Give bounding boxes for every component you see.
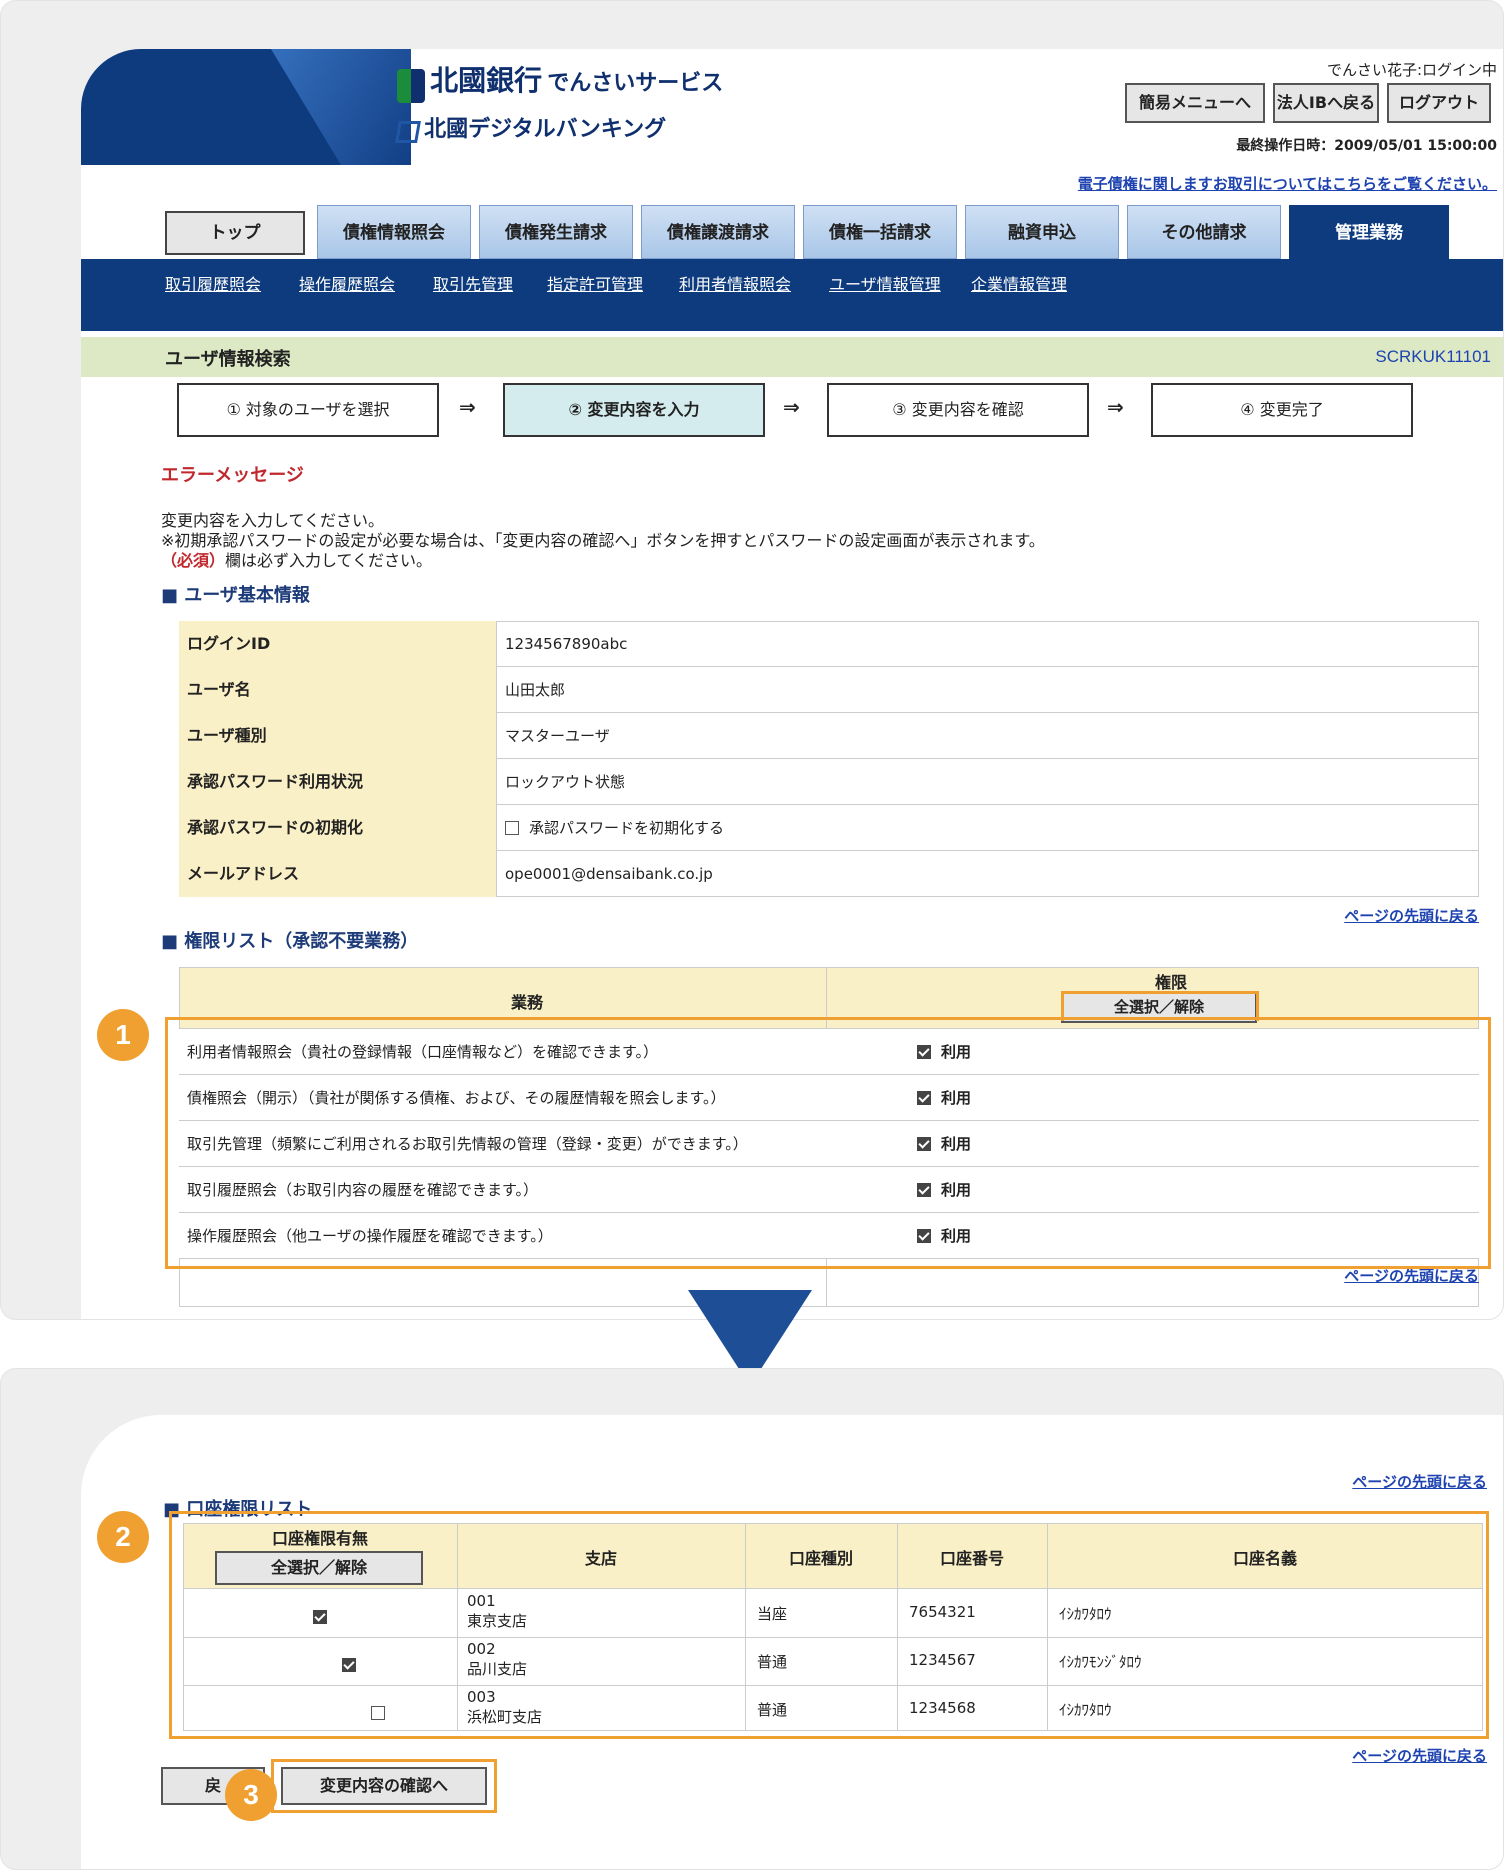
user-info-row: 承認パスワード利用状況 ロックアウト状態 (179, 759, 1479, 805)
login-status: でんさい花子:ログイン中 (1326, 61, 1497, 79)
digital-banking-logo: 北國デジタルバンキング (395, 111, 667, 143)
instruction-text-3-rest: 欄は必ず入力してください。 (225, 551, 433, 570)
tab-credit-transfer[interactable]: 債権譲渡請求 (641, 205, 795, 259)
permission-list-heading: ■ 権限リスト（承認不要業務） (161, 931, 419, 952)
sublink-partner-management[interactable]: 取引先管理 (433, 271, 513, 295)
password-reset-checkbox[interactable] (505, 821, 519, 835)
page-top-link[interactable]: ページの先頭に戻る (1352, 1745, 1487, 1766)
sublink-user-info-inquiry[interactable]: 利用者情報照会 (679, 271, 791, 295)
required-marker: （必須） (161, 551, 226, 570)
user-info-value: 山田太郎 (505, 681, 566, 699)
sublink-user-info-management[interactable]: ユーザ情報管理 (829, 271, 941, 295)
error-heading: エラーメッセージ (161, 465, 304, 486)
step-confirm-changes: ③ 変更内容を確認 (827, 383, 1089, 437)
page-top-link[interactable]: ページの先頭に戻る (1344, 905, 1479, 926)
user-info-row: メールアドレス ope0001@densaibank.co.jp (179, 851, 1479, 897)
screenshot-panel-bottom: ページの先頭に戻る ■ 口座権限リスト 口座権限有無 全選択／解除 支店 口座種… (0, 1368, 1504, 1870)
sub-navigation (81, 259, 1503, 331)
user-info-row: ログインID 1234567890abc (179, 621, 1479, 667)
user-info-label: メールアドレス (179, 851, 497, 897)
tab-top[interactable]: トップ (165, 211, 305, 255)
permission-col-business: 業務 (511, 993, 544, 1012)
password-reset-option: 承認パスワードを初期化する (497, 805, 724, 851)
step-badge-1: 1 (97, 1009, 149, 1061)
logout-button[interactable]: ログアウト (1387, 83, 1491, 123)
highlight-permission-rows (165, 1017, 1491, 1269)
sublink-permission-management[interactable]: 指定許可管理 (547, 271, 643, 295)
page-title: ユーザ情報検索 (165, 349, 291, 370)
user-info-value: 1234567890abc (505, 635, 628, 653)
user-info-label: 承認パスワードの初期化 (179, 805, 497, 851)
sublink-transaction-history[interactable]: 取引履歴照会 (165, 271, 261, 295)
screenshot-panel-top: 北國銀行 でんさいサービス 北國デジタルバンキング でんさい花子:ログイン中 簡… (0, 0, 1504, 1320)
tab-credit-issue[interactable]: 債権発生請求 (479, 205, 633, 259)
sublink-company-info-management[interactable]: 企業情報管理 (971, 271, 1067, 295)
permission-col-permission: 権限 (1155, 973, 1188, 992)
tab-financing[interactable]: 融資申込 (965, 205, 1119, 259)
digital-banking-icon (395, 120, 421, 143)
highlight-select-all (1061, 991, 1259, 1021)
user-info-row: 承認パスワードの初期化 承認パスワードを初期化する (179, 805, 1479, 851)
highlight-account-table (169, 1511, 1489, 1739)
user-info-label: 承認パスワード利用状況 (179, 759, 497, 805)
corporate-ib-back-button[interactable]: 法人IBへ戻る (1273, 83, 1379, 123)
instruction-text-3: （必須）欄は必ず入力してください。 (161, 547, 432, 571)
tab-bulk-request[interactable]: 債権一括請求 (803, 205, 957, 259)
step-complete: ④ 変更完了 (1151, 383, 1413, 437)
user-info-value: ロックアウト状態 (505, 773, 626, 791)
user-info-value: ope0001@densaibank.co.jp (505, 865, 713, 883)
page-title-bar (81, 337, 1503, 377)
user-info-label: ユーザ名 (179, 667, 497, 713)
user-info-heading: ■ ユーザ基本情報 (161, 585, 310, 606)
user-info-row: ユーザ名 山田太郎 (179, 667, 1479, 713)
step-arrow: ⇒ (459, 395, 476, 419)
password-reset-label: 承認パスワードを初期化する (529, 819, 725, 837)
tab-credit-inquiry[interactable]: 債権情報照会 (317, 205, 471, 259)
last-operation-time: 最終操作日時：2009/05/01 15:00:00 (1236, 138, 1497, 154)
digital-banking-name: 北國デジタルバンキング (424, 117, 667, 142)
step-enter-changes: ② 変更内容を入力 (503, 383, 765, 437)
highlight-confirm-button (271, 1759, 497, 1813)
step-arrow: ⇒ (783, 395, 800, 419)
user-info-label: ログインID (179, 621, 497, 667)
step-badge-3: 3 (225, 1769, 277, 1821)
app-window-top: 北國銀行 でんさいサービス 北國デジタルバンキング でんさい花子:ログイン中 簡… (81, 49, 1503, 1319)
tab-other-request[interactable]: その他請求 (1127, 205, 1281, 259)
bank-logo-icon (397, 68, 425, 103)
app-window-bottom: ページの先頭に戻る ■ 口座権限リスト 口座権限有無 全選択／解除 支店 口座種… (81, 1415, 1503, 1869)
sublink-operation-history[interactable]: 操作履歴照会 (299, 271, 395, 295)
bank-name: 北國銀行 (430, 64, 543, 97)
service-name: でんさいサービス (547, 71, 724, 96)
step-badge-2: 2 (97, 1511, 149, 1563)
page-top-link[interactable]: ページの先頭に戻る (1352, 1471, 1487, 1492)
user-info-value: マスターユーザ (505, 727, 610, 745)
user-info-label: ユーザ種別 (179, 713, 497, 759)
step-select-user: ① 対象のユーザを選択 (177, 383, 439, 437)
simple-menu-button[interactable]: 簡易メニューへ (1125, 83, 1265, 123)
user-info-row: ユーザ種別 マスターユーザ (179, 713, 1479, 759)
notice-link[interactable]: 電子債権に関しますお取引についてはこちらをご覧ください。 (1078, 173, 1497, 194)
tab-management[interactable]: 管理業務 (1289, 205, 1449, 261)
step-arrow: ⇒ (1107, 395, 1124, 419)
screen-id: SCRKUK11101 (1375, 347, 1491, 366)
bank-logo: 北國銀行 でんさいサービス (397, 59, 723, 103)
